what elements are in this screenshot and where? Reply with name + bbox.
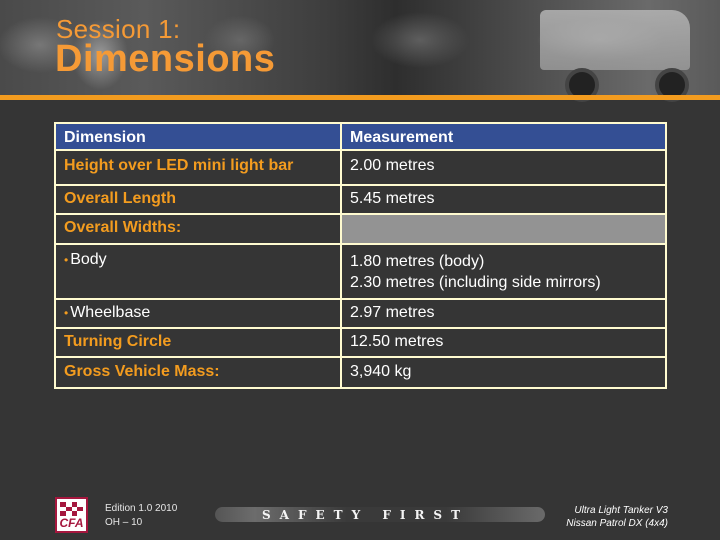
dimension-cell: • Wheelbase <box>54 298 342 329</box>
dimension-cell: Overall Widths: <box>54 213 342 245</box>
column-header-measurement: Measurement <box>340 122 667 151</box>
measurement-cell: 1.80 metres (body) 2.30 metres (includin… <box>340 243 667 300</box>
dimension-cell: Turning Circle <box>54 327 342 358</box>
table-row: Height over LED mini light bar 2.00 metr… <box>54 149 667 186</box>
measurement-cell: 2.97 metres <box>340 298 667 329</box>
measurement-cell: 3,940 kg <box>340 356 667 389</box>
dimension-cell: Gross Vehicle Mass: <box>54 356 342 389</box>
cfa-logo-text: CFA <box>59 516 84 530</box>
vehicle-model-line1: Ultra Light Tanker V3 <box>574 505 668 516</box>
dimension-cell: Height over LED mini light bar <box>54 149 342 186</box>
page-code: OH – 10 <box>105 517 143 528</box>
table-row: Gross Vehicle Mass: 3,940 kg <box>54 356 667 389</box>
measurement-cell-empty <box>340 213 667 245</box>
checkerboard-icon <box>60 502 83 516</box>
measurement-cell: 2.00 metres <box>340 149 667 186</box>
table-row: • Wheelbase 2.97 metres <box>54 298 667 329</box>
bullet-icon: • <box>64 253 69 267</box>
edition-label: Edition 1.0 2010 <box>105 503 178 514</box>
measurement-line: 2.30 metres (including side mirrors) <box>350 274 601 291</box>
dimension-label: Wheelbase <box>70 304 151 321</box>
tanker-vehicle-image <box>540 10 690 70</box>
column-header-dimension: Dimension <box>54 122 342 151</box>
vehicle-model-line2: Nissan Patrol DX (4x4) <box>566 518 668 529</box>
page-title: Dimensions <box>55 38 276 80</box>
bullet-icon: • <box>64 306 69 320</box>
dimension-label: Body <box>70 251 107 268</box>
table-row: Overall Length 5.45 metres <box>54 184 667 215</box>
table-row: • Body 1.80 metres (body) 2.30 metres (in… <box>54 243 667 300</box>
table-row: Overall Widths: <box>54 213 667 245</box>
table-header-row: Dimension Measurement <box>54 122 667 151</box>
measurement-cell: 12.50 metres <box>340 327 667 358</box>
measurement-cell: 5.45 metres <box>340 184 667 215</box>
measurement-line: 1.80 metres (body) <box>350 253 485 270</box>
table-row: Turning Circle 12.50 metres <box>54 327 667 358</box>
header-banner-photo: Session 1: Dimensions <box>0 0 720 102</box>
cfa-logo: CFA <box>55 497 88 533</box>
dimension-cell: Overall Length <box>54 184 342 215</box>
dimension-cell: • Body <box>54 243 342 300</box>
safety-slogan: SAFETY FIRST <box>262 508 470 522</box>
header-divider <box>0 95 720 100</box>
dimensions-table: Dimension Measurement Height over LED mi… <box>54 122 667 389</box>
